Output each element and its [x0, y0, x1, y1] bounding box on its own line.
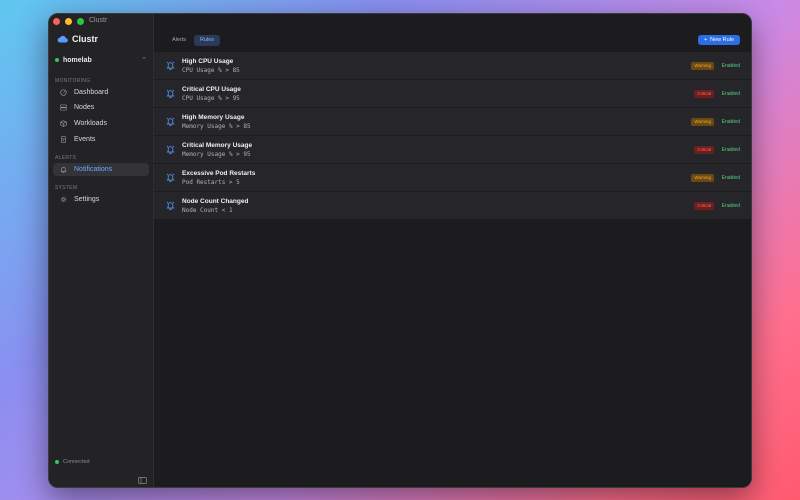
- section-label-alerts: ALERTS: [55, 155, 77, 161]
- rule-row[interactable]: High Memory Usage Memory Usage % > 85 Wa…: [154, 108, 751, 136]
- new-rule-button[interactable]: + New Rule: [697, 35, 740, 45]
- cluster-selector[interactable]: homelab ⌃: [55, 56, 147, 64]
- brand: Clustr: [57, 34, 98, 44]
- window-title: Clustr: [89, 17, 108, 24]
- rule-status: Enabled: [721, 203, 740, 209]
- rule-condition: CPU Usage % > 85: [182, 67, 240, 74]
- gauge-icon: [60, 89, 67, 96]
- rule-title: High Memory Usage: [182, 114, 245, 121]
- sidebar-item-notifications[interactable]: Notifications: [53, 163, 149, 176]
- maximize-button[interactable]: [77, 18, 84, 25]
- rule-row[interactable]: High CPU Usage CPU Usage % > 85 Warning …: [154, 52, 751, 80]
- connection-status: Connected: [55, 459, 90, 465]
- app-window: Clustr Clustr homelab ⌃ MONITORING Dashb…: [48, 13, 752, 488]
- severity-badge: Warning: [691, 174, 714, 182]
- brand-name: Clustr: [72, 34, 99, 44]
- sidebar-toggle-icon[interactable]: [138, 477, 147, 484]
- document-icon: [61, 136, 66, 143]
- severity-badge: Warning: [691, 118, 714, 126]
- severity-badge: Warning: [691, 62, 714, 70]
- rule-status: Enabled: [721, 91, 740, 97]
- status-dot: [55, 460, 59, 464]
- rule-text: Critical Memory Usage Memory Usage % > 9…: [182, 142, 252, 159]
- rules-list: High CPU Usage CPU Usage % > 85 Warning …: [154, 52, 751, 220]
- minimize-button[interactable]: [65, 18, 72, 25]
- main-panel: Alerts Rules + New Rule High CPU Usage C…: [154, 14, 751, 487]
- new-rule-label: New Rule: [710, 37, 734, 43]
- sidebar-item-label: Notifications: [74, 166, 113, 173]
- rule-text: High Memory Usage Memory Usage % > 85: [182, 114, 251, 131]
- cloud-icon: [57, 35, 68, 43]
- rule-text: High CPU Usage CPU Usage % > 85: [182, 58, 240, 75]
- rule-condition: Memory Usage % > 85: [182, 123, 251, 130]
- rule-text: Excessive Pod Restarts Pod Restarts > 5: [182, 170, 255, 187]
- severity-badge: Critical: [694, 90, 714, 98]
- sidebar-item-label: Events: [74, 136, 96, 143]
- sidebar-item-label: Workloads: [74, 120, 107, 127]
- window-controls: [53, 18, 84, 25]
- close-button[interactable]: [53, 18, 60, 25]
- toolbar: Alerts Rules + New Rule: [154, 14, 751, 52]
- rule-text: Node Count Changed Node Count < 1: [182, 198, 248, 215]
- rule-condition: CPU Usage % > 95: [182, 95, 240, 102]
- section-label-system: SYSTEM: [55, 185, 78, 191]
- bell-badge-icon: [166, 201, 175, 210]
- tab-rules[interactable]: Rules: [194, 35, 221, 46]
- bell-badge-icon: [166, 173, 175, 182]
- rule-row[interactable]: Critical CPU Usage CPU Usage % > 95 Crit…: [154, 80, 751, 108]
- status-text: Connected: [63, 459, 90, 465]
- rule-status: Enabled: [721, 119, 740, 125]
- bell-badge-icon: [166, 117, 175, 126]
- sidebar-item-label: Dashboard: [74, 89, 109, 96]
- rule-row[interactable]: Excessive Pod Restarts Pod Restarts > 5 …: [154, 164, 751, 192]
- sidebar-item-events[interactable]: Events: [53, 133, 149, 146]
- rule-status: Enabled: [721, 175, 740, 181]
- rule-title: Critical Memory Usage: [182, 142, 253, 149]
- rule-title: High CPU Usage: [182, 58, 234, 65]
- sidebar: Clustr Clustr homelab ⌃ MONITORING Dashb…: [49, 14, 154, 487]
- rule-title: Excessive Pod Restarts: [182, 170, 256, 177]
- chevron-updown-icon: ⌃: [141, 57, 147, 64]
- rule-text: Critical CPU Usage CPU Usage % > 95: [182, 86, 241, 103]
- cluster-status-dot: [55, 58, 59, 62]
- rule-row[interactable]: Node Count Changed Node Count < 1 Critic…: [154, 192, 751, 220]
- server-icon: [60, 104, 67, 111]
- tab-alerts[interactable]: Alerts: [166, 35, 192, 46]
- rule-title: Critical CPU Usage: [182, 86, 241, 93]
- cluster-name: homelab: [63, 56, 92, 64]
- rule-row[interactable]: Critical Memory Usage Memory Usage % > 9…: [154, 136, 751, 164]
- rule-condition: Node Count < 1: [182, 207, 233, 214]
- sidebar-item-settings[interactable]: Settings: [53, 193, 149, 206]
- section-label-monitoring: MONITORING: [55, 78, 91, 84]
- rule-condition: Pod Restarts > 5: [182, 179, 240, 186]
- rule-status: Enabled: [721, 63, 740, 69]
- plus-icon: +: [703, 37, 708, 43]
- rule-title: Node Count Changed: [182, 198, 249, 205]
- sidebar-item-nodes[interactable]: Nodes: [53, 101, 149, 114]
- bell-badge-icon: [166, 89, 175, 98]
- sidebar-item-label: Nodes: [74, 104, 95, 111]
- sidebar-item-dashboard[interactable]: Dashboard: [53, 86, 149, 99]
- rule-condition: Memory Usage % > 95: [182, 151, 251, 158]
- cube-icon: [60, 120, 67, 127]
- rule-status: Enabled: [721, 147, 740, 153]
- sidebar-item-workloads[interactable]: Workloads: [53, 117, 149, 130]
- bell-icon: [60, 167, 67, 173]
- gear-icon: [60, 196, 67, 203]
- bell-badge-icon: [166, 61, 175, 70]
- severity-badge: Critical: [694, 202, 714, 210]
- sidebar-item-label: Settings: [74, 196, 100, 203]
- bell-badge-icon: [166, 145, 175, 154]
- severity-badge: Critical: [694, 146, 714, 154]
